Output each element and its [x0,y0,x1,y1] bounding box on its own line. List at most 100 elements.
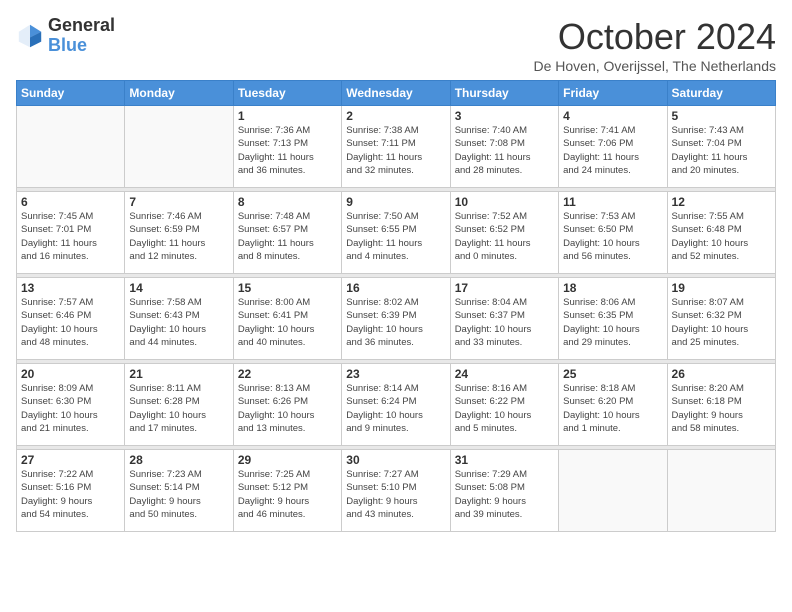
day-info: Sunrise: 7:50 AM Sunset: 6:55 PM Dayligh… [346,210,445,263]
day-info: Sunrise: 7:41 AM Sunset: 7:06 PM Dayligh… [563,124,662,177]
day-cell-4-2: 29Sunrise: 7:25 AM Sunset: 5:12 PM Dayli… [233,450,341,532]
day-info: Sunrise: 7:58 AM Sunset: 6:43 PM Dayligh… [129,296,228,349]
day-cell-0-6: 5Sunrise: 7:43 AM Sunset: 7:04 PM Daylig… [667,106,775,188]
day-cell-1-5: 11Sunrise: 7:53 AM Sunset: 6:50 PM Dayli… [559,192,667,274]
day-cell-0-0 [17,106,125,188]
day-number: 18 [563,281,662,295]
day-info: Sunrise: 7:48 AM Sunset: 6:57 PM Dayligh… [238,210,337,263]
header: General Blue October 2024 De Hoven, Over… [16,16,776,74]
day-cell-0-3: 2Sunrise: 7:38 AM Sunset: 7:11 PM Daylig… [342,106,450,188]
logo-general-text: General [48,16,115,36]
day-info: Sunrise: 7:25 AM Sunset: 5:12 PM Dayligh… [238,468,337,521]
day-number: 4 [563,109,662,123]
day-info: Sunrise: 7:53 AM Sunset: 6:50 PM Dayligh… [563,210,662,263]
day-number: 23 [346,367,445,381]
day-cell-4-6 [667,450,775,532]
day-number: 19 [672,281,771,295]
day-number: 1 [238,109,337,123]
day-number: 17 [455,281,554,295]
week-row-2: 6Sunrise: 7:45 AM Sunset: 7:01 PM Daylig… [17,192,776,274]
day-number: 8 [238,195,337,209]
day-cell-0-1 [125,106,233,188]
week-row-3: 13Sunrise: 7:57 AM Sunset: 6:46 PM Dayli… [17,278,776,360]
day-cell-0-4: 3Sunrise: 7:40 AM Sunset: 7:08 PM Daylig… [450,106,558,188]
day-cell-1-6: 12Sunrise: 7:55 AM Sunset: 6:48 PM Dayli… [667,192,775,274]
day-cell-2-6: 19Sunrise: 8:07 AM Sunset: 6:32 PM Dayli… [667,278,775,360]
day-info: Sunrise: 7:29 AM Sunset: 5:08 PM Dayligh… [455,468,554,521]
day-cell-4-1: 28Sunrise: 7:23 AM Sunset: 5:14 PM Dayli… [125,450,233,532]
day-cell-3-5: 25Sunrise: 8:18 AM Sunset: 6:20 PM Dayli… [559,364,667,446]
logo-blue-text: Blue [48,36,115,56]
day-number: 9 [346,195,445,209]
col-monday: Monday [125,81,233,106]
day-number: 15 [238,281,337,295]
col-sunday: Sunday [17,81,125,106]
day-number: 31 [455,453,554,467]
day-cell-2-4: 17Sunrise: 8:04 AM Sunset: 6:37 PM Dayli… [450,278,558,360]
col-tuesday: Tuesday [233,81,341,106]
day-cell-1-0: 6Sunrise: 7:45 AM Sunset: 7:01 PM Daylig… [17,192,125,274]
month-title: October 2024 [533,16,776,58]
day-number: 3 [455,109,554,123]
day-number: 10 [455,195,554,209]
location: De Hoven, Overijssel, The Netherlands [533,58,776,74]
day-info: Sunrise: 7:27 AM Sunset: 5:10 PM Dayligh… [346,468,445,521]
day-cell-2-1: 14Sunrise: 7:58 AM Sunset: 6:43 PM Dayli… [125,278,233,360]
day-number: 25 [563,367,662,381]
day-number: 27 [21,453,120,467]
day-number: 11 [563,195,662,209]
day-number: 13 [21,281,120,295]
calendar-header-row: Sunday Monday Tuesday Wednesday Thursday… [17,81,776,106]
day-cell-3-4: 24Sunrise: 8:16 AM Sunset: 6:22 PM Dayli… [450,364,558,446]
day-info: Sunrise: 8:13 AM Sunset: 6:26 PM Dayligh… [238,382,337,435]
day-info: Sunrise: 8:20 AM Sunset: 6:18 PM Dayligh… [672,382,771,435]
col-thursday: Thursday [450,81,558,106]
day-info: Sunrise: 7:40 AM Sunset: 7:08 PM Dayligh… [455,124,554,177]
logo: General Blue [16,16,115,56]
day-cell-2-5: 18Sunrise: 8:06 AM Sunset: 6:35 PM Dayli… [559,278,667,360]
day-info: Sunrise: 8:02 AM Sunset: 6:39 PM Dayligh… [346,296,445,349]
day-cell-4-4: 31Sunrise: 7:29 AM Sunset: 5:08 PM Dayli… [450,450,558,532]
day-cell-3-2: 22Sunrise: 8:13 AM Sunset: 6:26 PM Dayli… [233,364,341,446]
col-saturday: Saturday [667,81,775,106]
calendar-table: Sunday Monday Tuesday Wednesday Thursday… [16,80,776,532]
day-info: Sunrise: 7:43 AM Sunset: 7:04 PM Dayligh… [672,124,771,177]
col-wednesday: Wednesday [342,81,450,106]
day-cell-2-2: 15Sunrise: 8:00 AM Sunset: 6:41 PM Dayli… [233,278,341,360]
day-cell-4-3: 30Sunrise: 7:27 AM Sunset: 5:10 PM Dayli… [342,450,450,532]
day-cell-3-0: 20Sunrise: 8:09 AM Sunset: 6:30 PM Dayli… [17,364,125,446]
day-info: Sunrise: 7:52 AM Sunset: 6:52 PM Dayligh… [455,210,554,263]
day-info: Sunrise: 8:11 AM Sunset: 6:28 PM Dayligh… [129,382,228,435]
day-cell-1-4: 10Sunrise: 7:52 AM Sunset: 6:52 PM Dayli… [450,192,558,274]
day-cell-1-1: 7Sunrise: 7:46 AM Sunset: 6:59 PM Daylig… [125,192,233,274]
day-info: Sunrise: 7:57 AM Sunset: 6:46 PM Dayligh… [21,296,120,349]
day-number: 12 [672,195,771,209]
day-cell-2-0: 13Sunrise: 7:57 AM Sunset: 6:46 PM Dayli… [17,278,125,360]
day-number: 20 [21,367,120,381]
day-number: 6 [21,195,120,209]
day-info: Sunrise: 7:38 AM Sunset: 7:11 PM Dayligh… [346,124,445,177]
week-row-1: 1Sunrise: 7:36 AM Sunset: 7:13 PM Daylig… [17,106,776,188]
day-cell-1-3: 9Sunrise: 7:50 AM Sunset: 6:55 PM Daylig… [342,192,450,274]
day-cell-4-0: 27Sunrise: 7:22 AM Sunset: 5:16 PM Dayli… [17,450,125,532]
day-info: Sunrise: 8:00 AM Sunset: 6:41 PM Dayligh… [238,296,337,349]
day-info: Sunrise: 7:55 AM Sunset: 6:48 PM Dayligh… [672,210,771,263]
day-number: 26 [672,367,771,381]
day-cell-4-5 [559,450,667,532]
day-cell-3-1: 21Sunrise: 8:11 AM Sunset: 6:28 PM Dayli… [125,364,233,446]
day-number: 22 [238,367,337,381]
day-number: 21 [129,367,228,381]
day-number: 14 [129,281,228,295]
week-row-5: 27Sunrise: 7:22 AM Sunset: 5:16 PM Dayli… [17,450,776,532]
day-info: Sunrise: 7:45 AM Sunset: 7:01 PM Dayligh… [21,210,120,263]
day-number: 28 [129,453,228,467]
day-cell-3-3: 23Sunrise: 8:14 AM Sunset: 6:24 PM Dayli… [342,364,450,446]
day-info: Sunrise: 7:46 AM Sunset: 6:59 PM Dayligh… [129,210,228,263]
day-number: 16 [346,281,445,295]
day-number: 7 [129,195,228,209]
day-info: Sunrise: 8:16 AM Sunset: 6:22 PM Dayligh… [455,382,554,435]
day-info: Sunrise: 8:04 AM Sunset: 6:37 PM Dayligh… [455,296,554,349]
day-info: Sunrise: 7:36 AM Sunset: 7:13 PM Dayligh… [238,124,337,177]
week-row-4: 20Sunrise: 8:09 AM Sunset: 6:30 PM Dayli… [17,364,776,446]
day-cell-3-6: 26Sunrise: 8:20 AM Sunset: 6:18 PM Dayli… [667,364,775,446]
